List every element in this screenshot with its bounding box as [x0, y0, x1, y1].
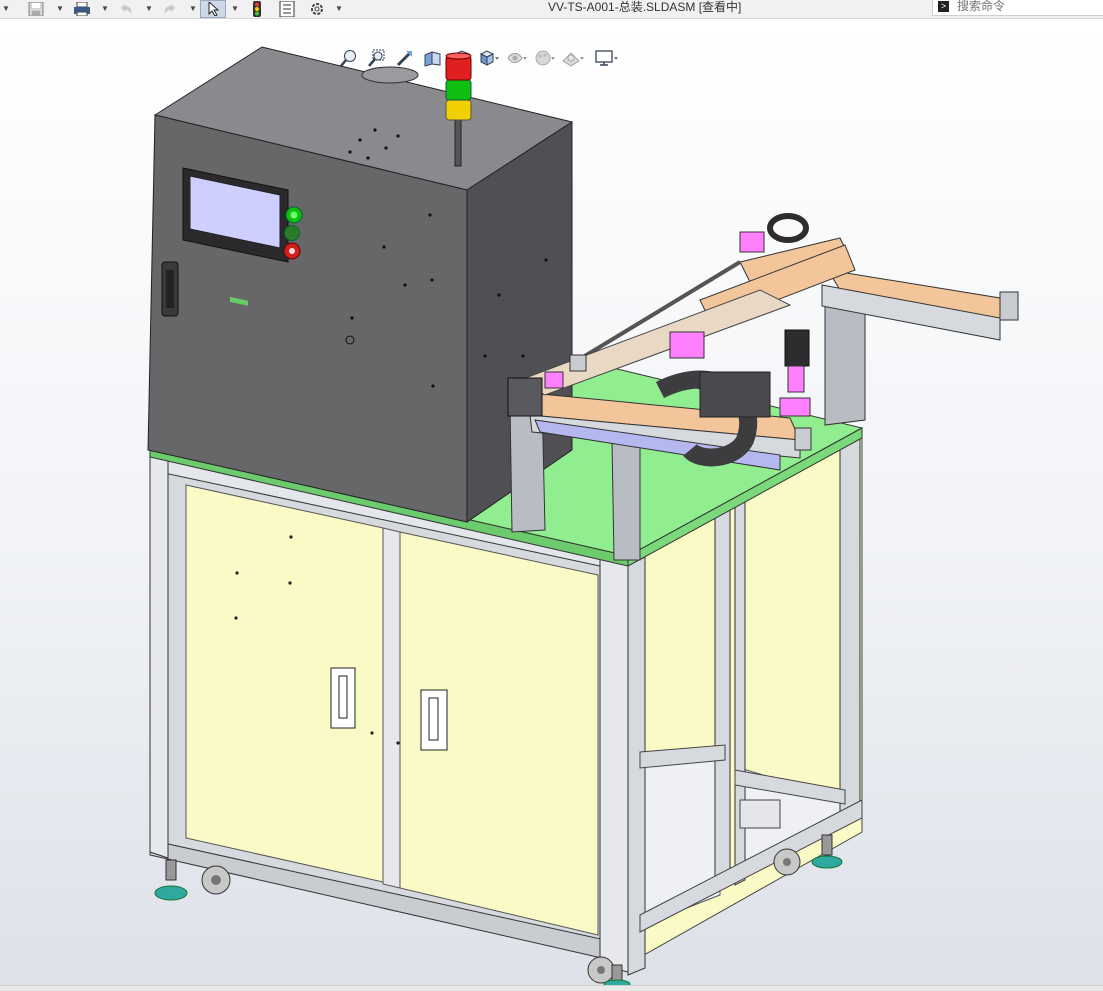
- print-icon[interactable]: [72, 0, 92, 18]
- electrical-control-cabinet: [147, 46, 574, 523]
- graphics-area[interactable]: [0, 19, 1103, 985]
- options-gear-icon[interactable]: [306, 0, 328, 18]
- document-title: VV-TS-A001-总装.SLDASM [查看中]: [548, 0, 742, 14]
- undo-icon[interactable]: [116, 0, 136, 18]
- status-strip: [0, 985, 1103, 991]
- caret-down-icon[interactable]: ▼: [56, 4, 64, 13]
- save-icon[interactable]: [26, 0, 46, 18]
- assembly-3d-model[interactable]: [0, 19, 1103, 985]
- search-commands-box[interactable]: >: [932, 0, 1103, 16]
- caret-down-icon[interactable]: ▼: [145, 4, 153, 13]
- caret-down-icon[interactable]: ▼: [101, 4, 109, 13]
- command-prompt-icon: >: [938, 1, 949, 12]
- caret-down-icon[interactable]: ▼: [2, 4, 10, 13]
- file-properties-icon[interactable]: [277, 0, 297, 18]
- caret-down-icon[interactable]: ▼: [231, 4, 239, 13]
- select-arrow-icon[interactable]: [200, 0, 226, 18]
- rebuild-traffic-light-icon[interactable]: [248, 0, 266, 18]
- redo-icon[interactable]: [160, 0, 180, 18]
- caret-down-icon[interactable]: ▼: [335, 4, 343, 13]
- search-input[interactable]: [957, 0, 1097, 14]
- title-bar: ▼ ▼ ▼ ▼ ▼ ▼ ▼ VV-TS-A001-总装.SLDASM [查看中]…: [0, 0, 1103, 19]
- caret-down-icon[interactable]: ▼: [189, 4, 197, 13]
